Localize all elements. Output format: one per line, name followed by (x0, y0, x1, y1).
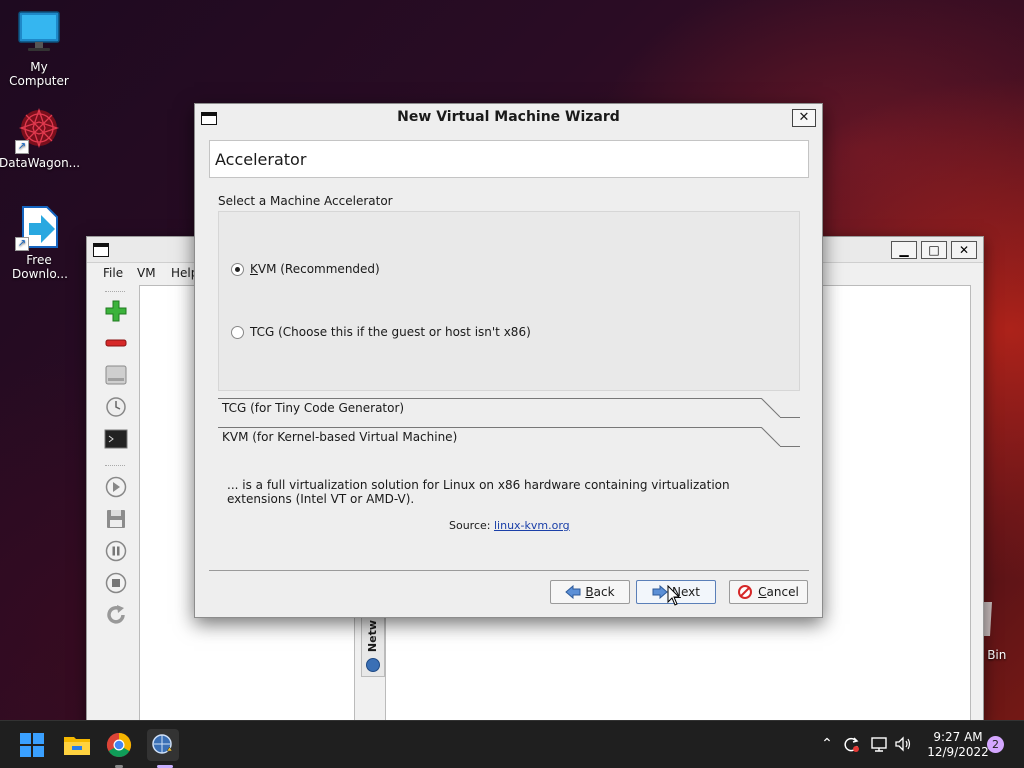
page-title: Accelerator (215, 150, 307, 169)
dialog-titlebar[interactable]: New Virtual Machine Wizard ✕ (195, 104, 822, 132)
reboot-icon[interactable] (103, 603, 129, 627)
mouse-cursor-icon (667, 584, 681, 607)
dialog-separator (209, 570, 809, 571)
start-icon[interactable] (16, 729, 48, 761)
kvm-radio[interactable] (231, 262, 244, 276)
play-icon[interactable] (103, 475, 129, 499)
next-arrow-icon (652, 584, 668, 600)
clock-time: 9:27 AM (933, 730, 983, 744)
back-button[interactable]: Back (550, 580, 630, 604)
wizard-page-header: Accelerator (209, 140, 809, 178)
kvm-radio-label: KVM (Recommended) (250, 262, 380, 276)
stop-icon[interactable] (103, 571, 129, 595)
shortcut-arrow-icon: ↗ (15, 140, 29, 154)
minimize-button[interactable]: ▁ (891, 241, 917, 259)
kvm-info-label: KVM (for Kernel-based Virtual Machine) (222, 430, 458, 444)
close-button[interactable]: ✕ (951, 241, 977, 259)
save-icon[interactable] (103, 507, 129, 531)
kvm-description: ... is a full virtualization solution fo… (227, 478, 730, 506)
desktop-icon-datawagon[interactable]: ↗ DataWagon... (0, 106, 81, 170)
desktop-icon-label: DataWagon... (0, 156, 81, 170)
terminal-icon[interactable] (103, 427, 129, 451)
maximize-button[interactable]: □ (921, 241, 947, 259)
tcg-info-expander[interactable]: TCG (for Tiny Code Generator) (218, 398, 800, 420)
dialog-close-button[interactable]: ✕ (792, 109, 816, 127)
option-tcg[interactable]: TCG (Choose this if the guest or host is… (231, 325, 531, 339)
remove-vm-icon[interactable] (103, 331, 129, 355)
new-vm-wizard-dialog: New Virtual Machine Wizard ✕ Accelerator… (194, 103, 823, 618)
taskbar: ⌃ 9:27 AM 12/9/2022 2 (0, 720, 1024, 768)
download-manager-icon: ↗ (15, 203, 63, 251)
tcg-radio[interactable] (231, 325, 244, 339)
notification-badge[interactable]: 2 (987, 736, 1004, 753)
desktop-icon-free-download[interactable]: ↗ Free Downlo... (0, 203, 79, 281)
source-link[interactable]: linux-kvm.org (494, 519, 570, 532)
source-prefix: Source: (449, 519, 494, 532)
clock-date: 12/9/2022 (927, 745, 989, 759)
desktop-icon-label: Free Downlo... (12, 253, 68, 281)
window-icon (93, 243, 109, 257)
add-vm-icon[interactable] (103, 299, 129, 323)
menu-vm[interactable]: VM (137, 266, 156, 280)
network-globe-icon (366, 658, 380, 672)
network-tab-label: Netw (366, 620, 379, 653)
chrome-icon[interactable] (103, 729, 135, 761)
kvm-info-expander[interactable]: KVM (for Kernel-based Virtual Machine) (218, 427, 800, 449)
tcg-radio-label: TCG (Choose this if the guest or host is… (250, 325, 531, 339)
shortcut-arrow-icon: ↗ (15, 237, 29, 251)
clock-icon[interactable] (103, 395, 129, 419)
chevron-up-icon[interactable]: ⌃ (818, 735, 836, 753)
cancel-button-label: Cancel (758, 585, 799, 599)
cancel-icon (738, 585, 754, 599)
virt-manager-icon[interactable] (147, 729, 179, 761)
datawagon-icon: ↗ (15, 106, 63, 154)
file-explorer-icon[interactable] (61, 729, 93, 761)
dialog-title: New Virtual Machine Wizard (397, 109, 620, 125)
menu-file[interactable]: File (103, 266, 123, 280)
disk-icon[interactable] (103, 363, 129, 387)
back-button-label: Back (585, 585, 615, 599)
tcg-info-label: TCG (for Tiny Code Generator) (222, 401, 405, 415)
taskbar-clock[interactable]: 9:27 AM 12/9/2022 (920, 730, 996, 760)
accelerator-options-box: KVM (Recommended) TCG (Choose this if th… (218, 211, 800, 391)
network-tab[interactable]: Netw (361, 617, 385, 677)
volume-icon[interactable] (894, 735, 912, 753)
monitor-icon (15, 10, 63, 58)
sync-icon[interactable] (842, 735, 860, 753)
vm-toolbar (97, 287, 133, 719)
cancel-button[interactable]: Cancel (729, 580, 808, 604)
pause-icon[interactable] (103, 539, 129, 563)
option-kvm[interactable]: KVM (Recommended) (231, 262, 380, 276)
source-line: Source: linux-kvm.org (449, 519, 570, 532)
desktop-icon-my-computer[interactable]: My Computer (0, 10, 79, 88)
back-arrow-icon (565, 584, 581, 600)
network-icon[interactable] (870, 735, 888, 753)
desktop-icon-label: My Computer (9, 60, 69, 88)
accelerator-section-label: Select a Machine Accelerator (218, 194, 393, 208)
